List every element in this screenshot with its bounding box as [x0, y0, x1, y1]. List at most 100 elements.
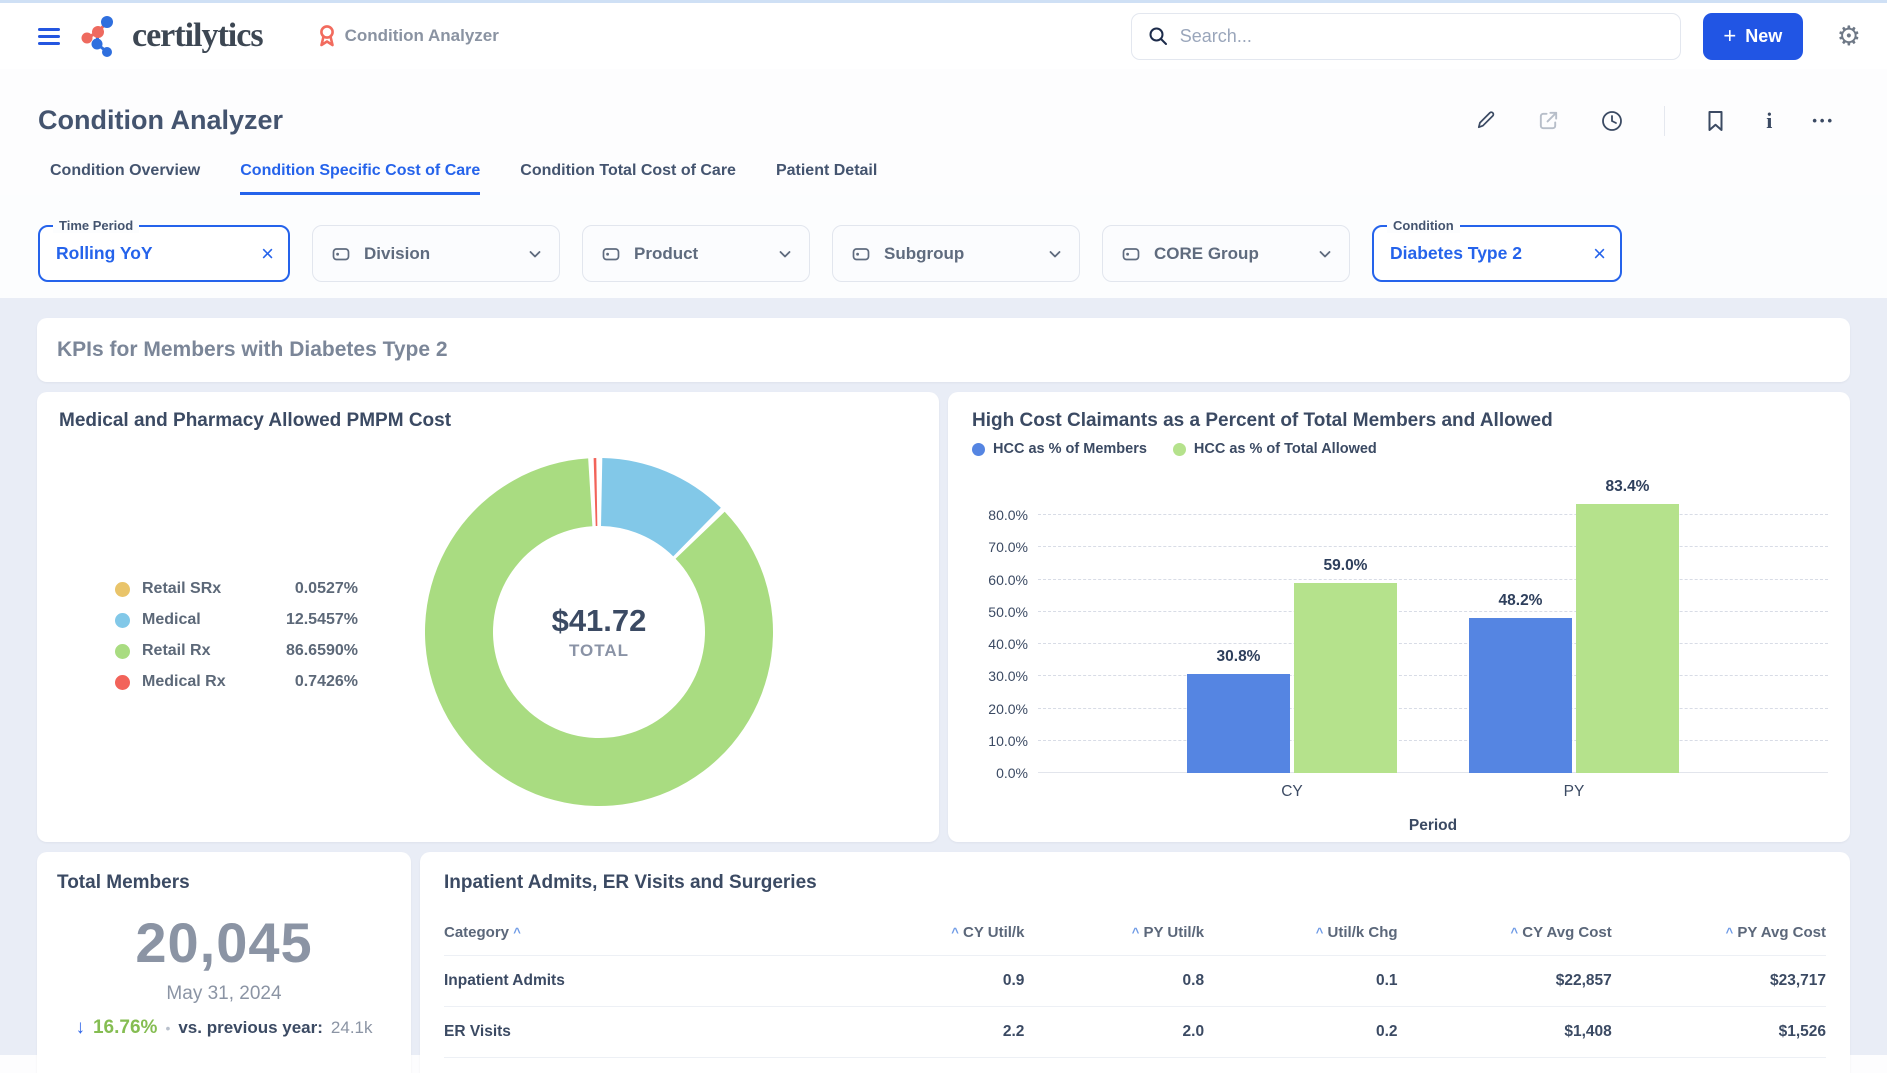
more-options-icon[interactable]: ••• — [1812, 113, 1835, 128]
legend-value: 0.7426% — [266, 673, 358, 691]
brand-wordmark: certilytics — [132, 17, 263, 55]
dot-separator: • — [165, 1020, 170, 1036]
filter-chip-time-period[interactable]: Time PeriodRolling YoY× — [38, 225, 290, 282]
x-tick-label: CY — [1186, 783, 1398, 801]
column-header-py-util-k[interactable]: ^ PY Util/k — [1024, 912, 1204, 956]
nav-right: + New ⚙ — [1131, 13, 1873, 60]
cell-category: ER Visits — [444, 1007, 845, 1058]
bar-py-hcc-as-of-total-allowed[interactable]: 83.4% — [1576, 504, 1679, 773]
card-title: Total Members — [57, 872, 391, 894]
donut-slice-medical-rx[interactable] — [594, 458, 598, 526]
donut-slice-retail-rx[interactable] — [425, 458, 773, 806]
edit-pencil-icon[interactable] — [1474, 109, 1497, 132]
page-actions: i ••• — [1474, 106, 1835, 136]
column-header-cy-util-k[interactable]: ^ CY Util/k — [845, 912, 1025, 956]
legend-label: Retail Rx — [142, 642, 254, 660]
sort-caret-icon: ^ — [951, 925, 959, 940]
legend-dot — [115, 644, 130, 659]
legend-item-hcc-as-of-members[interactable]: HCC as % of Members — [972, 441, 1147, 457]
legend-item-medical[interactable]: Medical 12.5457% — [115, 611, 358, 629]
menu-icon[interactable] — [38, 28, 60, 45]
filter-dropdown-subgroup[interactable]: Subgroup — [832, 225, 1080, 282]
filter-label: Subgroup — [884, 244, 1034, 264]
legend-dot — [1173, 443, 1186, 456]
certilytics-logo-icon[interactable] — [78, 13, 122, 59]
filter-dropdown-product[interactable]: Product — [582, 225, 810, 282]
export-external-link-icon[interactable] — [1537, 109, 1560, 132]
legend-item-retail-rx[interactable]: Retail Rx86.6590% — [115, 642, 358, 660]
card-title: High Cost Claimants as a Percent of Tota… — [972, 410, 1828, 432]
column-header-util-k-chg[interactable]: ^ Util/k Chg — [1204, 912, 1397, 956]
y-tick-label: 40.0% — [972, 636, 1028, 652]
cell-value: $1,526 — [1612, 1007, 1826, 1058]
y-tick-label: 10.0% — [972, 733, 1028, 749]
vs-previous-label: vs. previous year: — [178, 1018, 323, 1038]
utilization-table: Category ^^ CY Util/k^ PY Util/k^ Util/k… — [444, 912, 1826, 1058]
chevron-down-icon — [1317, 246, 1333, 262]
pmpm-cost-card: Medical and Pharmacy Allowed PMPM Cost R… — [37, 392, 939, 842]
legend-item-retail-srx[interactable]: Retail SRx0.0527% — [115, 580, 358, 598]
charts-row: Medical and Pharmacy Allowed PMPM Cost R… — [37, 392, 1850, 842]
filter-chip-condition[interactable]: ConditionDiabetes Type 2× — [1372, 225, 1622, 282]
bar-cy-hcc-as-of-members[interactable]: 30.8% — [1187, 674, 1290, 773]
new-button-label: New — [1745, 26, 1782, 47]
legend-label: Medical — [142, 611, 254, 629]
settings-gear-icon[interactable]: ⚙ — [1837, 23, 1861, 50]
filter-value: Rolling YoY — [56, 243, 247, 264]
tab-patient-detail[interactable]: Patient Detail — [776, 162, 877, 195]
column-header-cy-avg-cost[interactable]: ^ CY Avg Cost — [1398, 912, 1612, 956]
legend-label: HCC as % of Total Allowed — [1194, 441, 1377, 457]
cell-value: 0.1 — [1204, 956, 1397, 1007]
legend-item-hcc-as-of-total-allowed[interactable]: HCC as % of Total Allowed — [1173, 441, 1377, 457]
cell-value: 0.8 — [1024, 956, 1204, 1007]
page-title: Condition Analyzer — [38, 105, 283, 136]
cell-value: $22,857 — [1398, 956, 1612, 1007]
info-icon[interactable]: i — [1766, 108, 1772, 134]
card-title: Medical and Pharmacy Allowed PMPM Cost — [59, 410, 451, 432]
column-header-category[interactable]: Category ^ — [444, 912, 845, 956]
tab-condition-specific-cost-of-care[interactable]: Condition Specific Cost of Care — [240, 162, 480, 195]
legend-label: HCC as % of Members — [993, 441, 1147, 457]
bar-cy-hcc-as-of-total-allowed[interactable]: 59.0% — [1294, 583, 1397, 773]
y-tick-label: 60.0% — [972, 572, 1028, 588]
clear-filter-icon[interactable]: × — [1593, 243, 1606, 265]
new-button[interactable]: + New — [1703, 13, 1803, 60]
top-nav: certilytics Condition Analyzer + New ⚙ — [0, 3, 1887, 69]
column-header-py-avg-cost[interactable]: ^ PY Avg Cost — [1612, 912, 1826, 956]
tab-bar: Condition Overview Condition Specific Cos… — [0, 162, 1887, 195]
filter-bar: Time PeriodRolling YoY×DivisionProductSu… — [0, 195, 1887, 298]
legend-dot — [115, 613, 130, 628]
bar-plot-area: 30.8%59.0%48.2%83.4% — [1038, 483, 1828, 773]
tab-condition-overview[interactable]: Condition Overview — [50, 162, 200, 195]
x-axis-labels: CYPY — [1038, 783, 1828, 801]
vs-previous-value: 24.1k — [331, 1018, 373, 1038]
nav-left: certilytics Condition Analyzer — [38, 13, 499, 59]
hcc-percent-card: High Cost Claimants as a Percent of Tota… — [948, 392, 1850, 842]
bar-value-label: 83.4% — [1556, 478, 1699, 496]
search-input[interactable] — [1180, 26, 1664, 47]
bookmark-icon[interactable] — [1705, 109, 1726, 133]
tab-condition-total-cost-of-care[interactable]: Condition Total Cost of Care — [520, 162, 736, 195]
donut-legend: Retail SRx0.0527% Medical 12.5457% Retail R… — [115, 580, 358, 691]
legend-label: Retail SRx — [142, 580, 254, 598]
cell-value: $23,717 — [1612, 956, 1826, 1007]
chevron-down-icon — [527, 246, 543, 262]
bar-value-label: 59.0% — [1274, 557, 1417, 575]
condition-analyzer-app: { "top_nav": { "brand": "certilytics", "… — [0, 0, 1887, 1073]
bar-py-hcc-as-of-members[interactable]: 48.2% — [1469, 618, 1572, 773]
bar-value-label: 30.8% — [1167, 648, 1310, 666]
sort-caret-icon: ^ — [513, 925, 521, 940]
filter-dropdown-core-group[interactable]: CORE Group — [1102, 225, 1350, 282]
history-clock-icon[interactable] — [1600, 109, 1624, 133]
cell-value: 2.2 — [845, 1007, 1025, 1058]
legend-item-medical-rx[interactable]: Medical Rx0.7426% — [115, 673, 358, 691]
filter-dropdown-division[interactable]: Division — [312, 225, 560, 282]
arrow-down-icon: ↓ — [75, 1017, 85, 1039]
clear-filter-icon[interactable]: × — [261, 243, 274, 265]
app-breadcrumb[interactable]: Condition Analyzer — [317, 24, 499, 48]
kpi-banner-title: KPIs for Members with Diabetes Type 2 — [57, 338, 448, 362]
search-box[interactable] — [1131, 13, 1681, 60]
legend-value: 12.5457% — [266, 611, 358, 629]
search-icon — [1148, 26, 1168, 46]
total-members-card: Total Members 20,045 May 31, 2024 ↓ 16.7… — [37, 852, 411, 1073]
